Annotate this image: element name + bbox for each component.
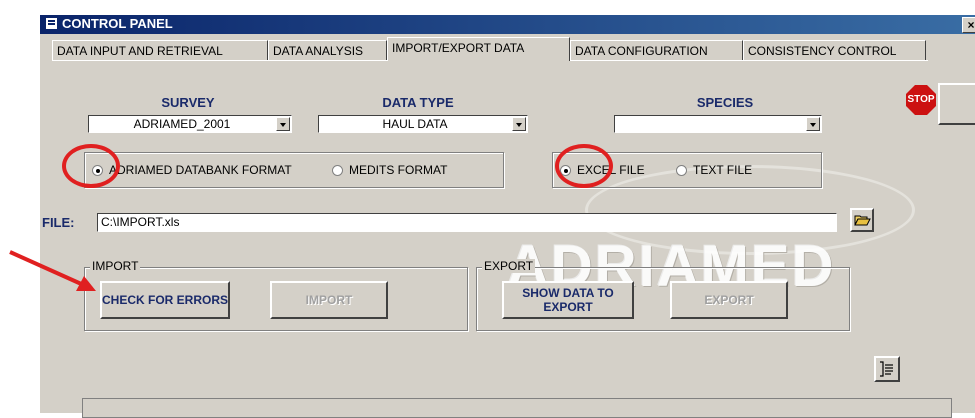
annotation-circle-format (62, 144, 120, 188)
annotation-arrow (9, 250, 96, 291)
annotation-circle-filetype (555, 144, 613, 188)
